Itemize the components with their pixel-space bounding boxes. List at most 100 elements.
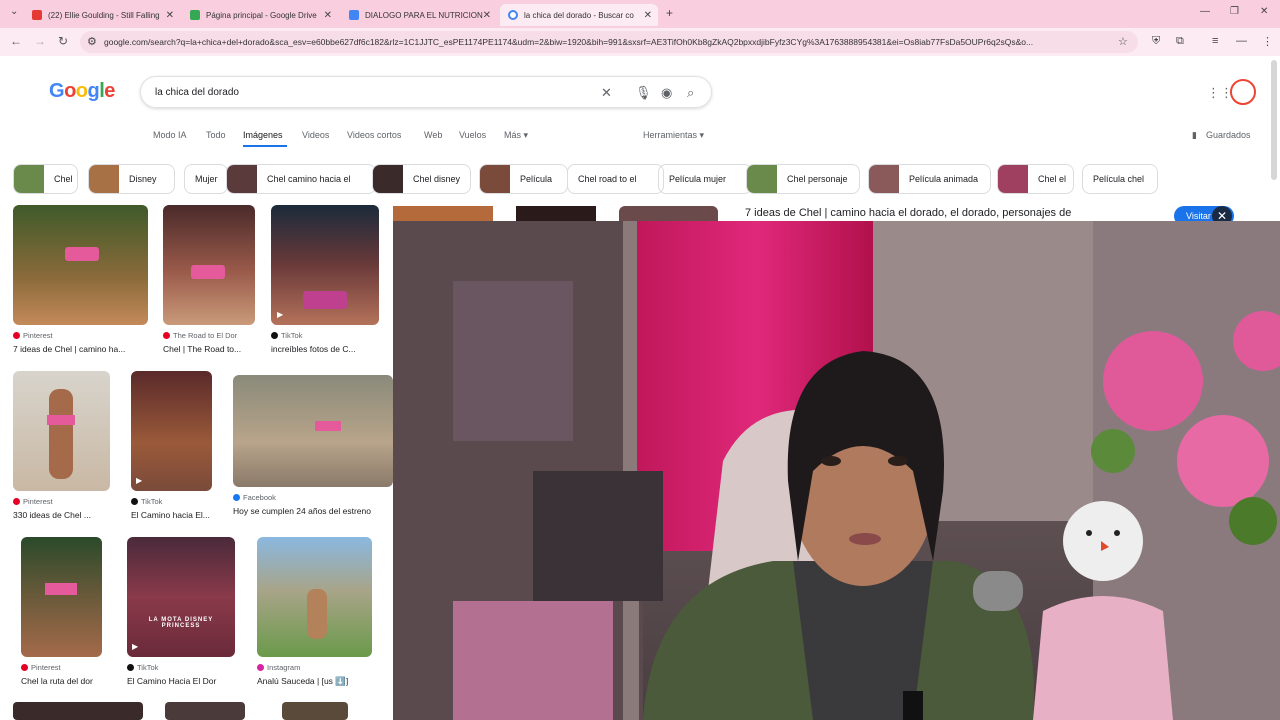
- tab-google-drive[interactable]: Página principal - Google Drive ✕: [182, 4, 338, 26]
- image-result[interactable]: Pinterest 330 ideas de Chel ...: [13, 371, 110, 520]
- tab-google-search[interactable]: la chica del dorado - Buscar co ✕: [500, 4, 658, 26]
- minimize-icon[interactable]: —: [1200, 6, 1210, 17]
- chip-chel-road-to-el[interactable]: Chel road to el: [567, 164, 664, 194]
- result-thumbnail[interactable]: [163, 205, 255, 325]
- tiktok-icon: [127, 664, 134, 671]
- address-bar[interactable]: google.com/search?q=la+chica+del+dorado&…: [80, 31, 1138, 53]
- tab-videos-cortos[interactable]: Videos cortos: [347, 130, 401, 140]
- image-result[interactable]: Pinterest Chel la ruta del dor: [21, 537, 102, 686]
- tab-youtube[interactable]: (22) Ellie Goulding - Still Falling ✕: [24, 4, 180, 26]
- back-icon[interactable]: ←: [10, 34, 22, 48]
- tab-vuelos[interactable]: Vuelos: [459, 130, 486, 140]
- restore-icon[interactable]: ❐: [1230, 6, 1239, 17]
- chip-pelicula[interactable]: Película: [479, 164, 568, 194]
- chip-thumbnail: [998, 165, 1028, 193]
- tab-mas[interactable]: Más ▾: [504, 130, 528, 141]
- facebook-icon: [233, 494, 240, 501]
- close-tab-icon[interactable]: ✕: [166, 10, 174, 21]
- tab-videos[interactable]: Videos: [302, 130, 329, 140]
- page-scrollbar[interactable]: [1271, 60, 1277, 180]
- result-thumbnail[interactable]: LA MOTA DISNEY PRINCESS ▶: [127, 537, 235, 657]
- result-thumbnail[interactable]: [13, 205, 148, 325]
- search-input[interactable]: la chica del dorado ✕ 🎙 ◉ ⌕: [140, 76, 712, 108]
- result-thumbnail[interactable]: [21, 537, 102, 657]
- chip-thumbnail: [14, 165, 44, 193]
- pinterest-icon: [13, 498, 20, 505]
- close-tab-icon[interactable]: ✕: [644, 10, 652, 21]
- result-thumbnail[interactable]: ▶: [271, 205, 379, 325]
- image-result[interactable]: [165, 702, 245, 720]
- image-result[interactable]: ▶ TikTok El Camino hacia El...: [131, 371, 212, 520]
- webcam-photo: [393, 221, 1280, 720]
- pinterest-icon: [13, 332, 20, 339]
- close-tab-icon[interactable]: ✕: [324, 10, 332, 21]
- reload-icon[interactable]: ↻: [58, 34, 68, 48]
- image-result[interactable]: LA MOTA DISNEY PRINCESS ▶ TikTok El Cami…: [127, 537, 235, 686]
- image-result[interactable]: [13, 702, 143, 720]
- preview-image-peek: [619, 206, 718, 221]
- search-nav-tabs: Modo IA Todo Imágenes Videos Videos cort…: [0, 128, 1280, 148]
- chip-thumbnail: [869, 165, 899, 193]
- extensions-icon[interactable]: ⧉: [1176, 35, 1184, 48]
- downloads-icon[interactable]: —: [1236, 35, 1247, 47]
- chip-chel[interactable]: Chel: [13, 164, 78, 194]
- mic-icon[interactable]: 🎙: [635, 85, 652, 101]
- chip-disney[interactable]: Disney: [88, 164, 175, 194]
- tab-search-icon[interactable]: ⌄: [10, 6, 18, 17]
- docs-icon: [349, 10, 359, 20]
- tab-imagenes[interactable]: Imágenes: [243, 130, 283, 140]
- image-result[interactable]: [282, 702, 348, 720]
- image-result[interactable]: Facebook Hoy se cumplen 24 años del estr…: [233, 375, 393, 516]
- window-close-icon[interactable]: ✕: [1260, 6, 1268, 17]
- play-icon: ▶: [277, 310, 284, 319]
- image-result[interactable]: Pinterest 7 ideas de Chel | camino ha...: [13, 205, 148, 354]
- result-thumbnail[interactable]: [13, 371, 110, 491]
- tab-docs[interactable]: DIALOGO PARA EL NUTRICION ✕: [341, 4, 497, 26]
- close-tab-icon[interactable]: ✕: [483, 10, 491, 21]
- menu-icon[interactable]: ⋮: [1262, 35, 1273, 48]
- chip-chel-personaje[interactable]: Chel personaje: [746, 164, 860, 194]
- result-thumbnail[interactable]: [233, 375, 393, 487]
- lens-icon[interactable]: ◉: [661, 85, 672, 101]
- clear-search-icon[interactable]: ✕: [601, 85, 612, 101]
- chip-thumbnail: [480, 165, 510, 193]
- play-icon: ▶: [132, 642, 139, 651]
- new-tab-button[interactable]: +: [666, 6, 673, 20]
- result-thumbnail[interactable]: ▶: [131, 371, 212, 491]
- bookmark-star-icon[interactable]: ☆: [1118, 35, 1128, 48]
- google-logo[interactable]: Google: [49, 80, 115, 103]
- result-thumbnail[interactable]: [257, 537, 372, 657]
- site-info-icon[interactable]: ⚙: [87, 35, 97, 48]
- tab-web[interactable]: Web: [424, 130, 442, 140]
- chip-pelicula-animada[interactable]: Película animada: [868, 164, 991, 194]
- chip-mujer[interactable]: Mujer: [184, 164, 228, 194]
- tab-todo[interactable]: Todo: [206, 130, 226, 140]
- instagram-icon: [257, 664, 264, 671]
- shield-icon[interactable]: ⛨: [1152, 35, 1160, 48]
- tools-button[interactable]: Herramientas ▾: [643, 130, 704, 141]
- media-control-icon[interactable]: ≡: [1212, 35, 1218, 47]
- forward-icon[interactable]: →: [34, 34, 46, 48]
- avatar[interactable]: [1230, 79, 1256, 105]
- image-result[interactable]: Instagram Analú Sauceda | [us ⬇️]: [257, 537, 372, 687]
- chip-thumbnail: [373, 165, 403, 193]
- chip-thumbnail: [227, 165, 257, 193]
- image-result[interactable]: The Road to El Dor Chel | The Road to...: [163, 205, 255, 354]
- tab-modo-ia[interactable]: Modo IA: [153, 130, 187, 140]
- chip-thumbnail: [747, 165, 777, 193]
- chip-pelicula-chel[interactable]: Película chel: [1082, 164, 1158, 194]
- image-result[interactable]: ▶ TikTok increíbles fotos de C...: [271, 205, 379, 354]
- chip-pelicula-mujer[interactable]: Película mujer: [658, 164, 752, 194]
- chip-chel-disney[interactable]: Chel disney: [372, 164, 471, 194]
- browser-toolbar: ← → ↻ google.com/search?q=la+chica+del+d…: [0, 28, 1280, 56]
- chip-chel-camino-hacia-el[interactable]: Chel camino hacia el: [226, 164, 376, 194]
- chip-chel-el[interactable]: Chel el: [997, 164, 1074, 194]
- image-results-grid: Pinterest 7 ideas de Chel | camino ha...…: [0, 205, 393, 720]
- chip-thumbnail: [89, 165, 119, 193]
- preview-image-peek: [393, 206, 493, 221]
- saved-button[interactable]: Guardados: [1206, 130, 1251, 140]
- tiktok-icon: [131, 498, 138, 505]
- youtube-icon: [32, 10, 42, 20]
- search-icon[interactable]: ⌕: [687, 85, 694, 101]
- preview-image-peek: [516, 206, 596, 221]
